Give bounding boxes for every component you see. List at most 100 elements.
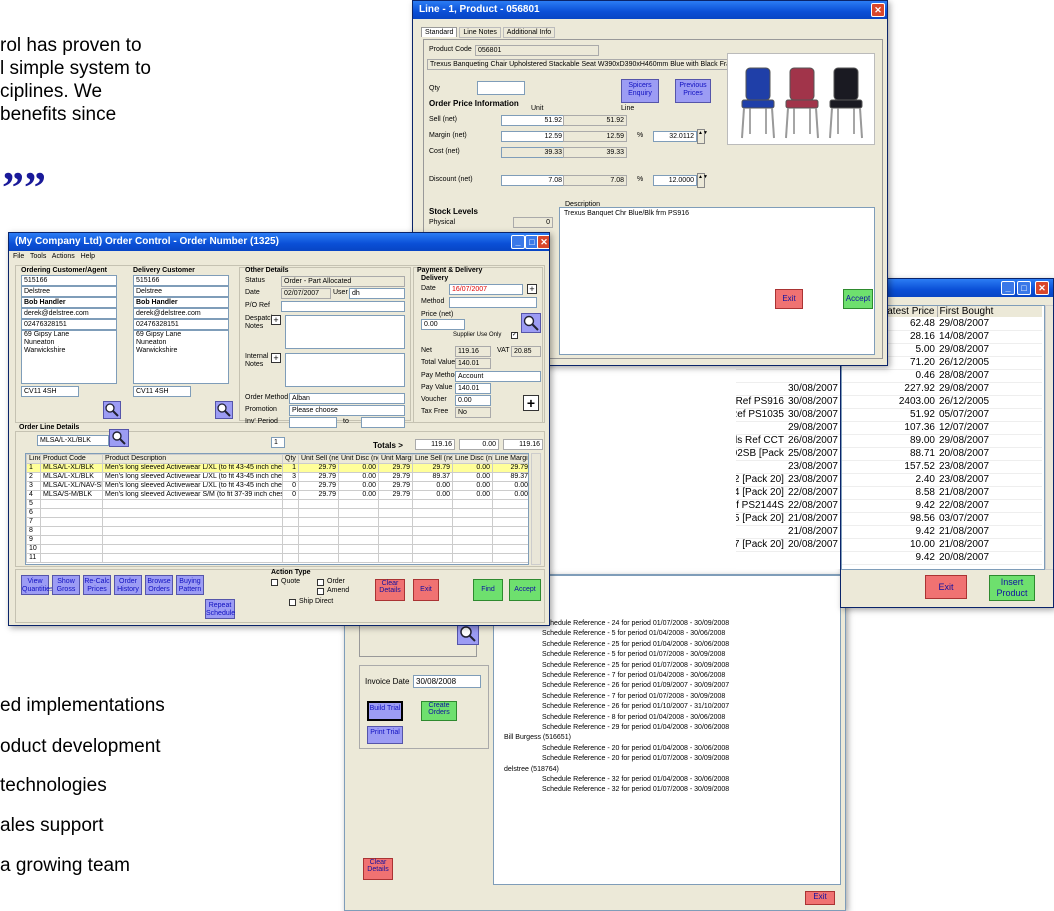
- grid-col-header[interactable]: Unit Margin: [378, 454, 413, 464]
- line-count-field[interactable]: 1: [271, 437, 285, 448]
- product-search-input[interactable]: MLSA/L-XL/BLK: [37, 435, 109, 446]
- tree-schedule-node[interactable]: Schedule Reference - 5 for period 01/07/…: [542, 651, 725, 658]
- menu-actions[interactable]: Actions: [52, 253, 75, 260]
- grid-col-header[interactable]: Line Sell (net): [412, 454, 453, 464]
- exit-button[interactable]: Exit: [413, 579, 439, 601]
- ordering-field[interactable]: 515166: [21, 275, 117, 286]
- grid-col-header[interactable]: Line Margin: [492, 454, 528, 464]
- tab-line-notes[interactable]: Line Notes: [459, 27, 501, 38]
- accept-button[interactable]: Accept: [843, 289, 873, 309]
- exit-button[interactable]: Exit: [805, 891, 835, 905]
- tree-schedule-node[interactable]: Schedule Reference - 26 for period 01/09…: [542, 682, 729, 689]
- unit-value[interactable]: 51.92: [501, 115, 565, 126]
- maximize-icon[interactable]: □: [1017, 281, 1031, 295]
- tab-additional-info[interactable]: Additional Info: [502, 27, 556, 38]
- exit-button[interactable]: Exit: [925, 575, 967, 599]
- product-row-left[interactable]: l Deep-cushioned W520xD660xH790mm Blue R…: [736, 408, 840, 422]
- action-button[interactable]: View Quantities: [21, 575, 54, 595]
- amend-checkbox[interactable]: [317, 588, 324, 595]
- menu-tools[interactable]: Tools: [30, 253, 46, 260]
- find-button[interactable]: Find: [473, 579, 503, 601]
- search-icon[interactable]: [215, 401, 233, 419]
- delivery-field[interactable]: derek@delstree.com: [133, 308, 229, 319]
- product-row[interactable]: 0.46 28/08/2007: [842, 369, 1042, 383]
- product-row-left[interactable]: Tip 0.5mm Line Red Ref 843887 [Pack 20]2…: [736, 538, 840, 552]
- plus-icon[interactable]: +: [271, 353, 281, 363]
- table-row[interactable]: 5: [26, 499, 528, 509]
- percent-value[interactable]: 32.0112: [653, 131, 697, 142]
- table-row[interactable]: 2 MLSA/L-XL/BLK Men's long sleeved Activew…: [26, 472, 528, 482]
- print-trial-button[interactable]: Print Trial: [367, 726, 403, 744]
- unit-value[interactable]: 12.59: [501, 131, 565, 142]
- accept-button[interactable]: Accept: [509, 579, 541, 601]
- grid-col-header[interactable]: Unit Sell (net): [298, 454, 339, 464]
- ship-direct-checkbox[interactable]: [289, 599, 296, 606]
- product-row[interactable]: 9.42 20/08/2007: [842, 551, 1042, 565]
- ordering-address[interactable]: 69 Gipsy Lane Nuneaton Warwickshire: [21, 330, 117, 384]
- build-trial-button[interactable]: Build Trial: [367, 701, 403, 721]
- ordering-field[interactable]: Bob Handler: [21, 297, 117, 308]
- tree-schedule-node[interactable]: Schedule Reference - 7 for period 01/04/…: [542, 672, 725, 679]
- plus-icon[interactable]: +: [527, 284, 537, 294]
- product-row-left[interactable]: Tip 0.5mm Line Blue Ref 843885 [Pack 20]…: [736, 512, 840, 526]
- po-ref-field[interactable]: [281, 301, 405, 312]
- delivery-field[interactable]: 515166: [133, 275, 229, 286]
- product-row-left[interactable]: Tip 0.5mm Line Black Ref 843884 [Pack 20…: [736, 486, 840, 500]
- table-row[interactable]: 9: [26, 535, 528, 545]
- product-row[interactable]: 88.71 20/08/2007: [842, 447, 1042, 461]
- ordering-field[interactable]: Delstree: [21, 286, 117, 297]
- delivery-address[interactable]: 69 Gipsy Lane Nuneaton Warwickshire: [133, 330, 229, 384]
- grid-col-header[interactable]: Qty: [282, 454, 299, 464]
- clear-details-button[interactable]: Clear Details: [363, 858, 393, 880]
- delivery-field[interactable]: 02476328151: [133, 319, 229, 330]
- table-row[interactable]: 6: [26, 508, 528, 518]
- inv-period-from[interactable]: [289, 417, 337, 428]
- grid-col-header[interactable]: Unit Disc (net): [338, 454, 379, 464]
- minimize-icon[interactable]: _: [1001, 281, 1015, 295]
- order-checkbox[interactable]: [317, 579, 324, 586]
- invoice-date-field[interactable]: 30/08/2008: [413, 675, 481, 688]
- product-row-left[interactable]: 23/08/2007: [736, 460, 840, 474]
- delivery-method-select[interactable]: [449, 297, 537, 308]
- table-row[interactable]: 3MLSA/L-XL/NAV-SKYMen's long sleeved Act…: [26, 481, 528, 491]
- product-row[interactable]: 2.40 23/08/2007: [842, 473, 1042, 487]
- product-row[interactable]: 9.42 22/08/2007: [842, 499, 1042, 513]
- close-icon[interactable]: ✕: [1035, 281, 1049, 295]
- pay-method-select[interactable]: Account: [455, 371, 541, 382]
- tree-schedule-node[interactable]: Schedule Reference - 32 for period 01/07…: [542, 786, 729, 793]
- exit-button[interactable]: Exit: [775, 289, 803, 309]
- internal-notes-field[interactable]: [285, 353, 405, 387]
- action-button[interactable]: Show Gross: [52, 575, 80, 595]
- product-row[interactable]: 51.92 05/07/2007: [842, 408, 1042, 422]
- col-header[interactable]: First Bought: [937, 306, 1042, 317]
- search-icon[interactable]: [521, 313, 541, 333]
- percent-value[interactable]: 12.0000: [653, 175, 697, 186]
- tree-schedule-node[interactable]: Schedule Reference - 32 for period 01/04…: [542, 776, 729, 783]
- table-row[interactable]: 10: [26, 544, 528, 554]
- scrollbar[interactable]: [531, 453, 541, 565]
- product-row-left[interactable]: 30/08/2007: [736, 382, 840, 396]
- previous-prices-button[interactable]: Previous Prices: [675, 79, 711, 103]
- repeat-schedule-button[interactable]: Repeat Schedule: [205, 599, 235, 619]
- tree-schedule-node[interactable]: Schedule Reference - 26 for period 01/10…: [542, 703, 729, 710]
- create-orders-button[interactable]: Create Orders: [421, 701, 457, 721]
- tree-schedule-node[interactable]: Schedule Reference - 25 for period 01/07…: [542, 662, 729, 669]
- product-row-left[interactable]: 29/08/2007: [736, 421, 840, 435]
- search-icon[interactable]: [457, 623, 479, 645]
- product-row[interactable]: 9.42 21/08/2007: [842, 525, 1042, 539]
- grid-col-header[interactable]: Product Description: [102, 454, 283, 464]
- promotion-select[interactable]: Please choose: [289, 405, 405, 416]
- unit-value[interactable]: 7.08: [501, 175, 565, 186]
- table-row[interactable]: 1 MLSA/L-XL/BLK Men's long sleeved Activew…: [26, 463, 528, 473]
- minimize-icon[interactable]: _: [511, 235, 525, 249]
- insert-product-button[interactable]: Insert Product: [989, 575, 1035, 601]
- product-row[interactable]: 2403.00 26/12/2005: [842, 395, 1042, 409]
- grid-col-header[interactable]: Line Disc (net): [452, 454, 493, 464]
- tree-schedule-node[interactable]: Schedule Reference - 8 for period 01/04/…: [542, 714, 725, 721]
- pay-value-field[interactable]: 140.01: [455, 383, 491, 394]
- tree-schedule-node[interactable]: Schedule Reference - 5 for period 01/04/…: [542, 630, 725, 637]
- product-row-left[interactable]: n Point 1.0mm Black Ref 850732 [Pack 20]…: [736, 473, 840, 487]
- product-row[interactable]: 8.58 21/08/2007: [842, 486, 1042, 500]
- table-row[interactable]: 7: [26, 517, 528, 527]
- quote-checkbox[interactable]: [271, 579, 278, 586]
